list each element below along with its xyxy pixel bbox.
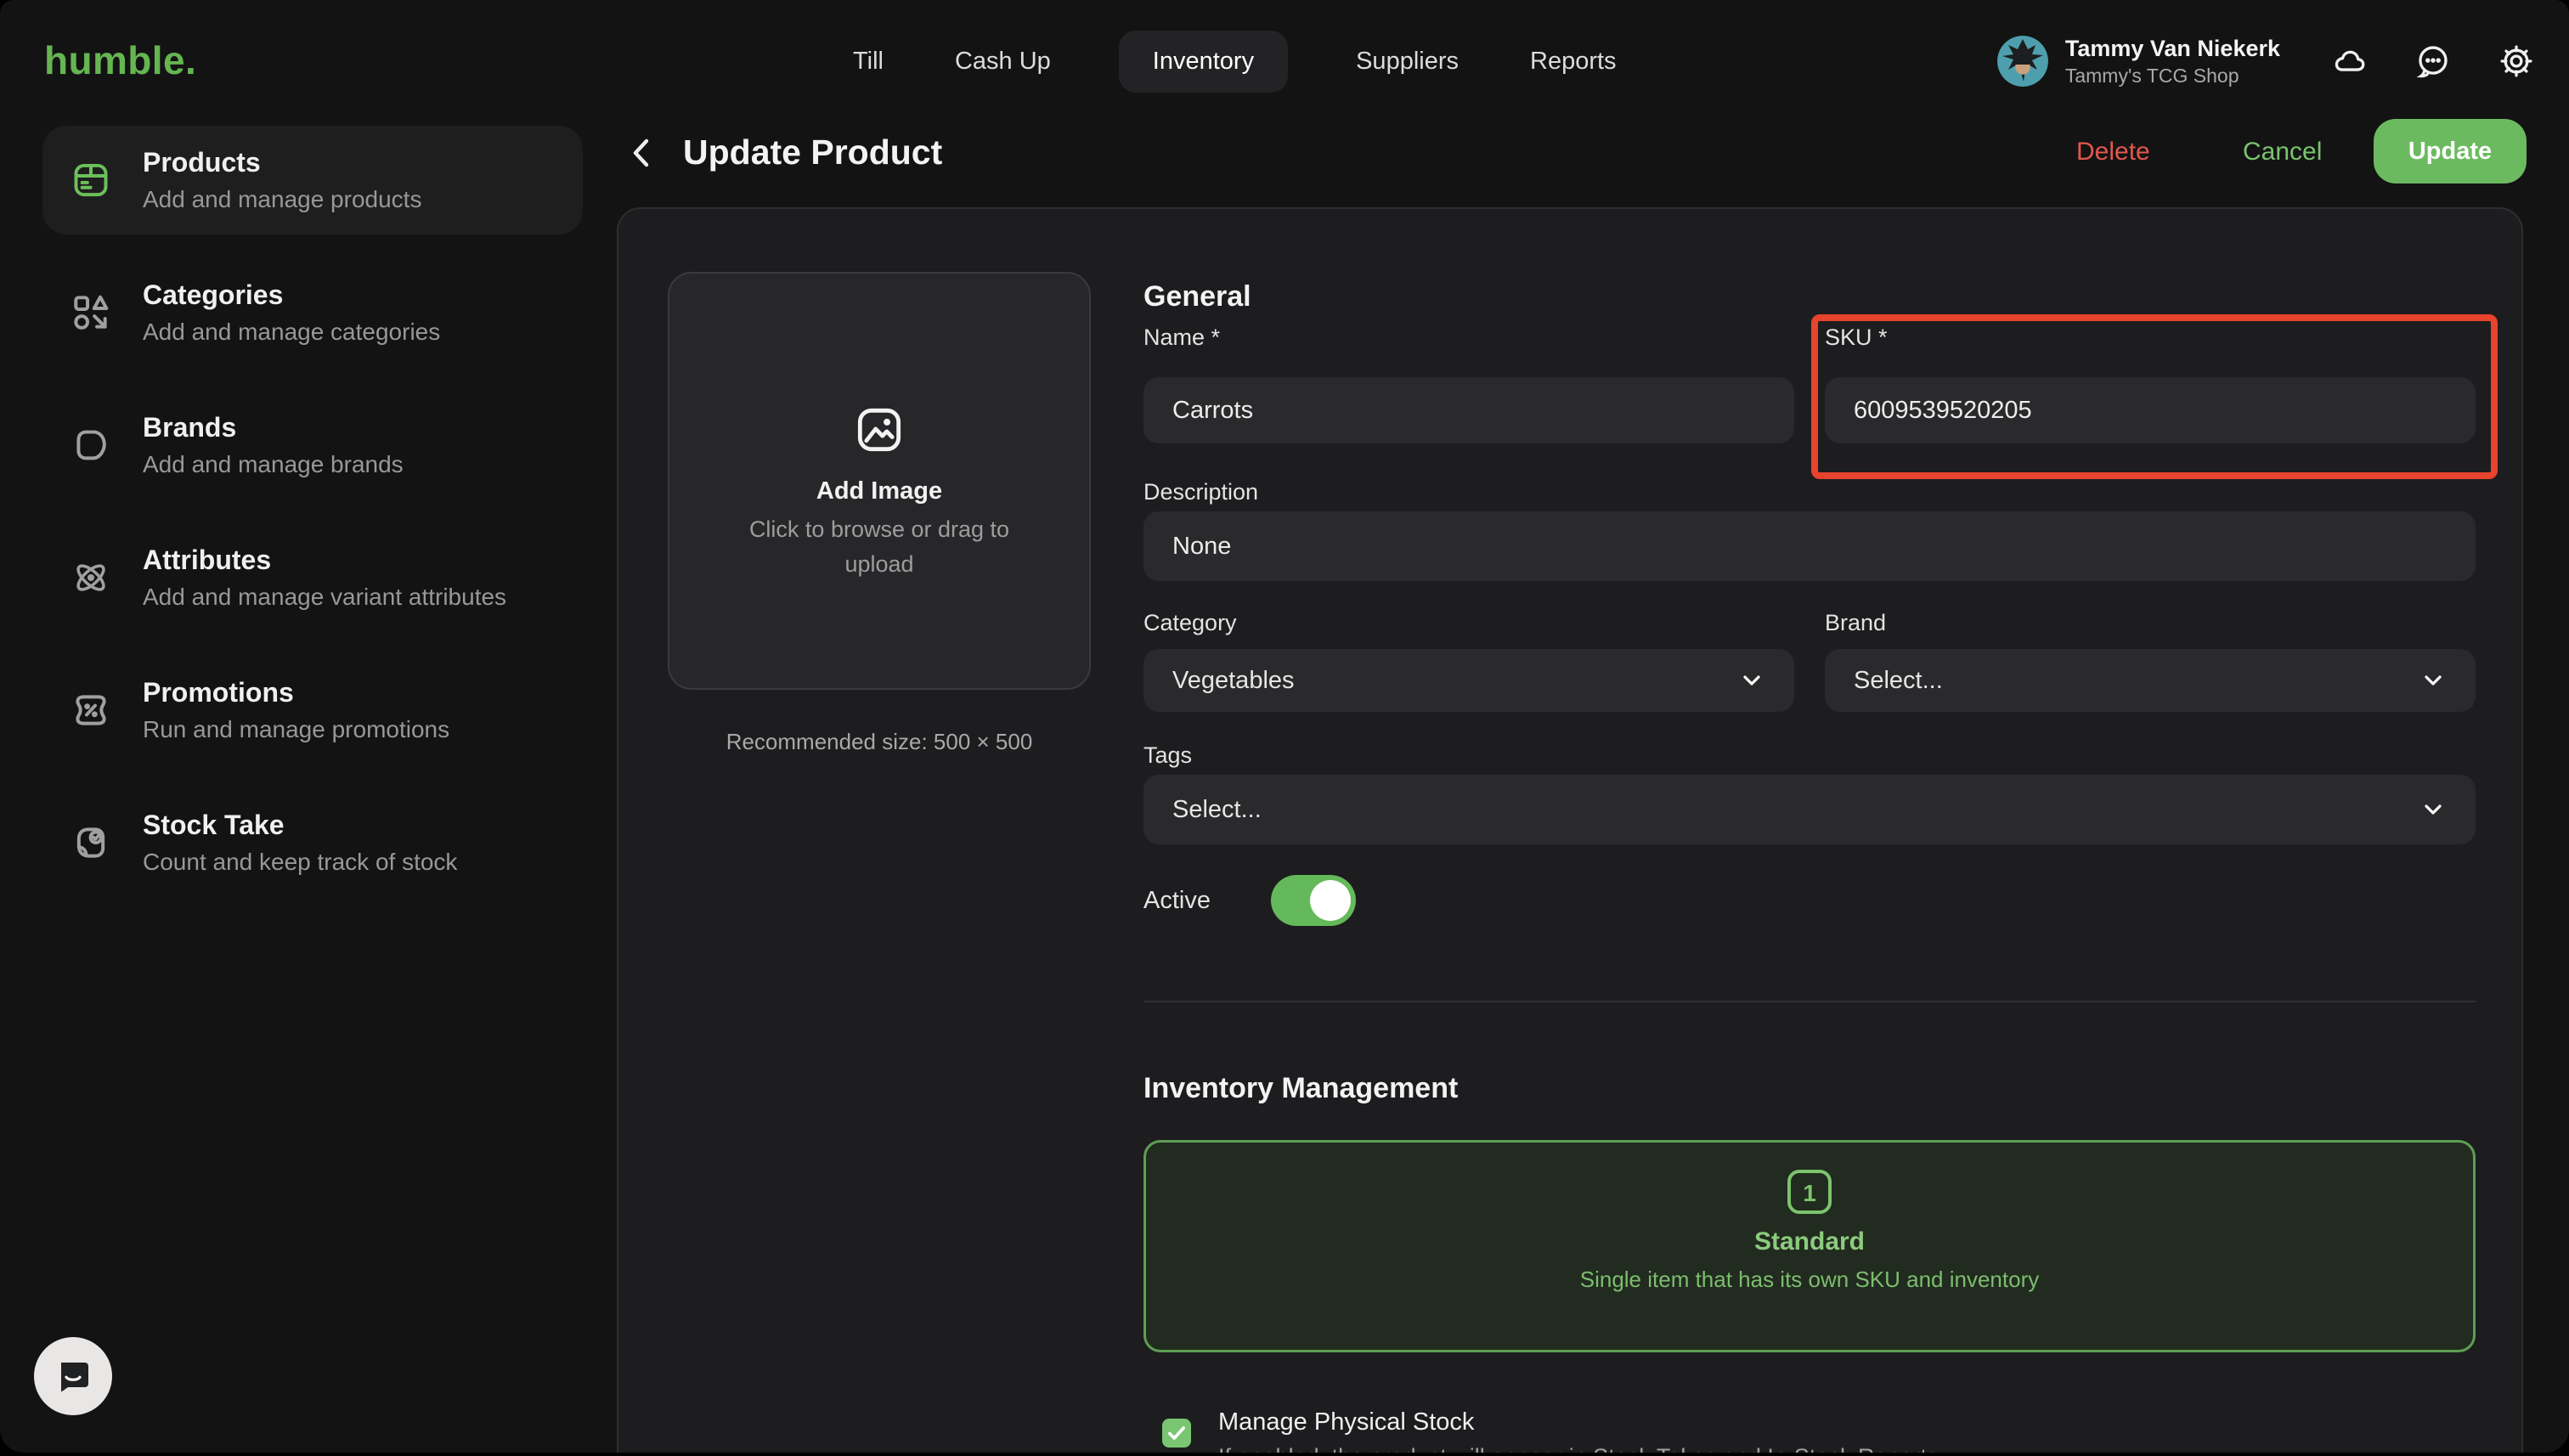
- user-name: Tammy Van Niekerk: [2064, 35, 2280, 61]
- sku-label: SKU *: [1825, 324, 1888, 350]
- sidebar-item-desc: Add and manage brands: [143, 451, 404, 478]
- product-form-panel: Add Image Click to browse or drag to upl…: [617, 207, 2523, 1453]
- sidebar-item-title: Categories: [143, 279, 284, 310]
- check-icon: [1168, 1426, 1185, 1440]
- top-nav: humble. Till Cash Up Inventory Suppliers…: [0, 0, 2569, 122]
- package-icon: [74, 163, 108, 197]
- nav-suppliers[interactable]: Suppliers: [1352, 31, 1462, 93]
- avatar[interactable]: [1996, 36, 2048, 87]
- sidebar-item-attributes[interactable]: Attributes Add and manage variant attrib…: [42, 523, 583, 632]
- support-chat-icon: [61, 1363, 88, 1392]
- type-title: Standard: [1753, 1227, 1866, 1256]
- nav-till[interactable]: Till: [850, 31, 887, 93]
- nav-cash-up[interactable]: Cash Up: [951, 31, 1054, 93]
- brand-value: Select...: [1854, 666, 1943, 694]
- app-logo: humble.: [44, 38, 197, 82]
- chat-icon[interactable]: [2414, 42, 2452, 80]
- image-icon: [857, 408, 901, 452]
- main-nav: Till Cash Up Inventory Suppliers Reports: [850, 0, 1620, 122]
- inventory-type-card-standard[interactable]: 1 Standard Single item that has its own …: [1143, 1140, 2476, 1352]
- section-general: General: [1143, 280, 1251, 313]
- category-label: Category: [1143, 610, 1237, 635]
- sidebar-item-title: Brands: [143, 412, 237, 443]
- name-input[interactable]: [1143, 377, 1794, 443]
- type-desc: Single item that has its own SKU and inv…: [1579, 1267, 2040, 1292]
- shapes-icon: [74, 295, 109, 330]
- manage-physical-stock-checkbox[interactable]: [1162, 1419, 1191, 1448]
- cancel-button[interactable]: Cancel: [2243, 138, 2322, 166]
- atom-icon: [76, 564, 105, 591]
- standard-type-icon: 1: [1787, 1170, 1832, 1214]
- sidebar-item-title: Stock Take: [143, 810, 285, 840]
- tags-label: Tags: [1143, 742, 1193, 768]
- category-select[interactable]: Vegetables: [1143, 649, 1794, 712]
- chevron-down-icon: [2425, 675, 2442, 686]
- user-info[interactable]: Tammy Van Niekerk Tammy's TCG Shop: [2065, 35, 2280, 88]
- toggle-knob: [1310, 880, 1351, 921]
- tags-value: Select...: [1172, 795, 1262, 823]
- app-window: humble. Till Cash Up Inventory Suppliers…: [0, 0, 2569, 1453]
- sidebar-item-desc: Add and manage variant attributes: [143, 584, 507, 611]
- upload-title: Add Image: [816, 477, 943, 505]
- section-divider: [1143, 1001, 2476, 1002]
- gear-icon[interactable]: [2498, 42, 2535, 80]
- sidebar-item-desc: Run and manage promotions: [143, 716, 450, 743]
- delete-button[interactable]: Delete: [2076, 138, 2150, 166]
- chevron-down-icon: [1743, 675, 1760, 686]
- sidebar-item-products[interactable]: Products Add and manage products: [42, 126, 583, 234]
- sidebar-item-desc: Add and manage categories: [143, 319, 441, 346]
- sidebar-item-brands[interactable]: Brands Add and manage brands: [42, 391, 583, 499]
- sku-input[interactable]: [1825, 377, 2476, 443]
- sidebar-item-title: Products: [143, 147, 261, 178]
- name-label: Name *: [1143, 324, 1221, 350]
- description-input[interactable]: [1143, 511, 2476, 581]
- sidebar-item-title: Promotions: [143, 677, 294, 708]
- sidebar-item-categories[interactable]: Categories Add and manage categories: [42, 258, 583, 367]
- ticket-percent-icon: [76, 695, 106, 725]
- sidebar-item-desc: Add and manage products: [143, 186, 422, 213]
- sidebar: Products Add and manage products Categor…: [42, 126, 583, 921]
- section-inventory-management: Inventory Management: [1143, 1072, 1459, 1104]
- nav-reports[interactable]: Reports: [1527, 31, 1620, 93]
- tag-icon: [76, 430, 106, 460]
- user-cluster: Tammy Van Niekerk Tammy's TCG Shop: [1996, 0, 2535, 122]
- page-title: Update Product: [683, 133, 943, 172]
- brand-select[interactable]: Select...: [1825, 649, 2476, 712]
- upload-recommended-size: Recommended size: 500 × 500: [726, 729, 1033, 754]
- active-toggle[interactable]: [1271, 875, 1356, 926]
- clipboard-check-icon: [76, 827, 105, 858]
- sidebar-item-desc: Count and keep track of stock: [143, 849, 458, 876]
- sidebar-item-promotions[interactable]: Promotions Run and manage promotions: [42, 656, 583, 765]
- cloud-icon[interactable]: [2331, 42, 2369, 80]
- image-upload-dropzone[interactable]: Add Image Click to browse or drag to upl…: [668, 272, 1091, 690]
- back-icon[interactable]: [622, 133, 663, 173]
- user-shop: Tammy's TCG Shop: [2064, 64, 2239, 87]
- description-label: Description: [1143, 479, 1259, 505]
- nav-inventory[interactable]: Inventory: [1118, 30, 1289, 93]
- manage-physical-stock-desc: If enabled, the product will appear in S…: [1218, 1444, 1938, 1453]
- sidebar-item-stock-take[interactable]: Stock Take Count and keep track of stock: [42, 788, 583, 897]
- support-chat-button[interactable]: [34, 1337, 112, 1415]
- brand-label: Brand: [1825, 610, 1887, 635]
- tags-select[interactable]: Select...: [1143, 775, 2476, 844]
- chevron-down-icon: [2425, 804, 2442, 815]
- active-label: Active: [1143, 887, 1211, 914]
- manage-physical-stock-label: Manage Physical Stock: [1218, 1408, 1475, 1436]
- category-value: Vegetables: [1172, 666, 1295, 694]
- update-button[interactable]: Update: [2374, 119, 2527, 183]
- upload-hint: Click to browse or drag to upload: [748, 516, 1010, 577]
- sidebar-item-title: Attributes: [143, 545, 272, 575]
